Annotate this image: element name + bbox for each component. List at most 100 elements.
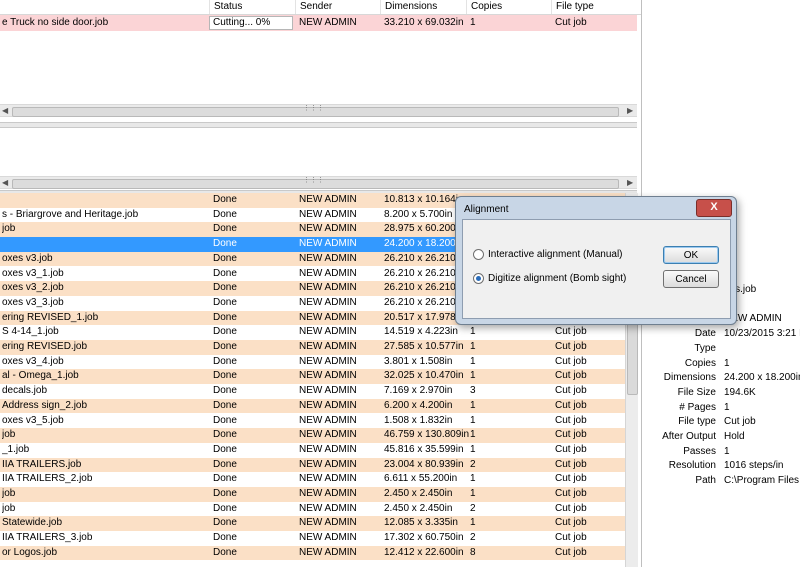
table-row[interactable]: oxes v3_4.job Done NEW ADMIN 3.801 x 1.508i… xyxy=(0,354,625,370)
job-sender: NEW ADMIN xyxy=(299,443,357,455)
job-name: _1.job xyxy=(2,443,30,455)
job-dimensions: 1.508 x 1.832in xyxy=(384,414,453,426)
property-label: File type xyxy=(678,416,716,428)
job-name: oxes v3_1.job xyxy=(2,267,64,279)
job-sender: NEW ADMIN xyxy=(299,458,357,470)
table-row[interactable]: Address sign_2.job Done NEW ADMIN 6.200 x 4… xyxy=(0,398,625,414)
table-row[interactable]: decals.job Done NEW ADMIN 7.169 x 2.970in 3 C… xyxy=(0,384,625,399)
job-copies: 2 xyxy=(470,502,476,514)
job-file-type: Cut job xyxy=(555,370,587,382)
column-dimensions[interactable]: Dimensions xyxy=(380,0,466,14)
property-label: Copies xyxy=(684,357,716,369)
cancel-button[interactable]: Cancel xyxy=(663,270,719,288)
table-row[interactable]: job Done NEW ADMIN 2.450 x 2.450in 2 Cut job xyxy=(0,501,625,517)
job-sender: NEW ADMIN xyxy=(299,341,357,352)
job-dimensions: 2.450 x 2.450in xyxy=(384,488,453,499)
table-row[interactable]: job Done NEW ADMIN 2.450 x 2.450in 1 Cut job xyxy=(0,487,625,502)
column-status[interactable]: Status xyxy=(209,0,295,14)
job-sender: NEW ADMIN xyxy=(299,223,357,235)
job-status: Done xyxy=(213,282,237,294)
job-sender: NEW ADMIN xyxy=(299,355,357,367)
active-job-name: e Truck no side door.job xyxy=(2,17,109,28)
job-status: Done xyxy=(213,252,237,264)
job-dimensions: 3.801 x 1.508in xyxy=(384,355,453,367)
active-job-sender: NEW ADMIN xyxy=(299,17,357,28)
job-sender: NEW ADMIN xyxy=(299,252,357,264)
job-status: Done xyxy=(213,385,237,397)
manual-alignment-radio[interactable] xyxy=(473,248,484,260)
dialog-body: Interactive alignment (Manual) Digitize … xyxy=(462,219,731,319)
table-row[interactable]: IIA TRAILERS_3.job Done NEW ADMIN 17.302 x … xyxy=(0,531,625,546)
property-value: Cut job xyxy=(724,416,756,428)
column-file-type[interactable]: File type xyxy=(551,0,637,14)
scroll-left-icon[interactable]: ◀ xyxy=(2,178,8,187)
job-status: Done xyxy=(213,355,237,367)
table-row[interactable]: IIA TRAILERS_2.job Done NEW ADMIN 6.611 x 5… xyxy=(0,472,625,487)
job-status: Done xyxy=(213,267,237,279)
table-row[interactable]: oxes v3_5.job Done NEW ADMIN 1.508 x 1.832i… xyxy=(0,413,625,429)
job-sender: NEW ADMIN xyxy=(299,488,357,499)
property-label: Date xyxy=(694,328,716,340)
job-status: Done xyxy=(213,429,237,441)
dialog-title: Alignment xyxy=(464,204,509,215)
property-value: 1016 steps/in xyxy=(724,460,784,472)
close-button[interactable]: X xyxy=(696,199,732,217)
job-name: ering REVISED.job xyxy=(2,341,88,352)
scroll-right-icon[interactable]: ▶ xyxy=(627,178,633,187)
job-dimensions: 26.210 x 26.210in xyxy=(384,252,464,264)
table-row[interactable]: job Done NEW ADMIN 46.759 x 130.809in 1 Cut j… xyxy=(0,428,625,443)
job-dimensions: 28.975 x 60.200in xyxy=(384,223,464,235)
job-sender: NEW ADMIN xyxy=(299,238,357,250)
table-row[interactable]: Statewide.job Done NEW ADMIN 12.085 x 3.335… xyxy=(0,516,625,532)
job-copies: 2 xyxy=(470,532,476,544)
job-dimensions: 12.085 x 3.335in xyxy=(384,517,458,529)
hold-horizontal-scrollbar[interactable]: ◀ ⋮⋮⋮ ▶ xyxy=(0,176,637,189)
job-status: Done xyxy=(213,223,237,235)
job-dimensions: 27.585 x 10.577in xyxy=(384,341,464,352)
job-name: s - Briargrove and Heritage.job xyxy=(2,208,139,220)
scroll-right-icon[interactable]: ▶ xyxy=(627,106,633,115)
column-copies[interactable]: Copies xyxy=(466,0,551,14)
manual-alignment-option[interactable]: Interactive alignment (Manual) xyxy=(473,248,623,262)
table-row[interactable]: or Logos.job Done NEW ADMIN 12.412 x 22.600… xyxy=(0,545,625,561)
job-copies: 1 xyxy=(470,341,476,352)
job-dimensions: 17.302 x 60.750in xyxy=(384,532,464,544)
scrollbar-thumb[interactable] xyxy=(627,313,638,395)
table-row[interactable]: _1.job Done NEW ADMIN 45.816 x 35.599in 1 Cut… xyxy=(0,442,625,458)
job-status: Done xyxy=(213,370,237,382)
job-status: Done xyxy=(213,326,237,338)
table-row[interactable]: IIA TRAILERS.job Done NEW ADMIN 23.004 x 80… xyxy=(0,457,625,473)
active-job-row[interactable]: e Truck no side door.job Cutting... 0% N… xyxy=(0,15,637,31)
job-copies: 1 xyxy=(470,355,476,367)
property-value: 1 xyxy=(724,357,730,369)
property-label: File Size xyxy=(677,386,716,398)
job-copies: 8 xyxy=(470,546,476,558)
job-sender: NEW ADMIN xyxy=(299,326,357,338)
property-value: C:\Program Files (x xyxy=(724,475,800,487)
job-copies: 1 xyxy=(470,517,476,529)
job-sender: NEW ADMIN xyxy=(299,473,357,485)
bomb-sight-alignment-option[interactable]: Digitize alignment (Bomb sight) xyxy=(473,272,626,286)
job-status: Done xyxy=(213,443,237,455)
job-dimensions: 6.200 x 4.200in xyxy=(384,399,453,411)
job-status: Done xyxy=(213,517,237,529)
job-status: Done xyxy=(213,546,237,558)
scroll-left-icon[interactable]: ◀ xyxy=(2,106,8,115)
job-name: Statewide.job xyxy=(2,517,63,529)
job-copies: 1 xyxy=(470,414,476,426)
queue-horizontal-scrollbar[interactable]: ◀ ⋮⋮⋮ ▶ xyxy=(0,104,637,117)
bomb-sight-alignment-radio[interactable] xyxy=(473,272,484,284)
table-row[interactable]: al - Omega_1.job Done NEW ADMIN 32.025 x 10… xyxy=(0,369,625,385)
column-sender[interactable]: Sender xyxy=(295,0,380,14)
ok-button[interactable]: OK xyxy=(663,246,719,264)
property-label: Resolution xyxy=(668,460,716,472)
job-sender: NEW ADMIN xyxy=(299,282,357,294)
job-status: Done xyxy=(213,311,237,323)
job-file-type: Cut job xyxy=(555,488,587,499)
job-dimensions: 6.611 x 55.200in xyxy=(384,473,458,485)
table-row[interactable]: ering REVISED.job Done NEW ADMIN 27.585 x 1… xyxy=(0,340,625,355)
radio-selected-dot xyxy=(476,275,481,281)
job-dimensions: 45.816 x 35.599in xyxy=(384,443,464,455)
pane-splitter[interactable] xyxy=(0,122,637,128)
table-row[interactable]: S 4-14_1.job Done NEW ADMIN 14.519 x 4.223i… xyxy=(0,325,625,340)
